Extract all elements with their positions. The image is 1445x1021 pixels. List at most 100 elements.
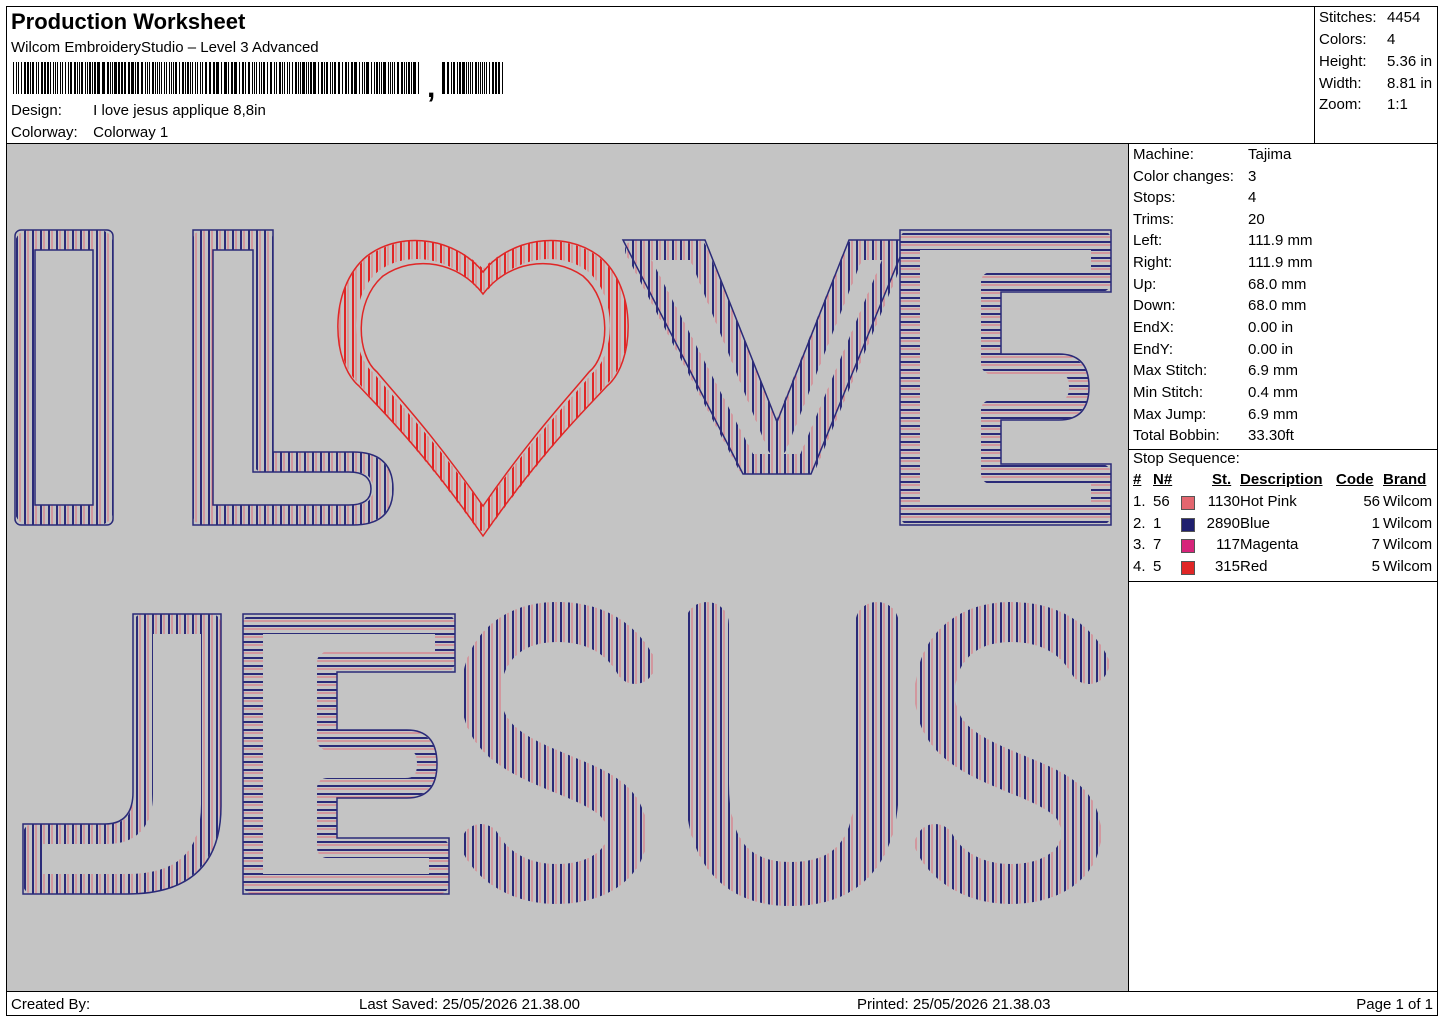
- info-value: 68.0 mm: [1248, 297, 1307, 314]
- info-machine: Machine: Tajima: [1133, 146, 1433, 163]
- stop-description: Magenta: [1240, 536, 1299, 553]
- stop-stitches: 2890: [1206, 515, 1240, 532]
- col-n: N#: [1153, 471, 1173, 488]
- stop-num: 1.: [1133, 493, 1146, 510]
- page-number: Page 1 of 1: [1356, 996, 1433, 1013]
- info-value: 0.4 mm: [1248, 384, 1299, 401]
- letter-i: [14, 229, 114, 526]
- info-value: 111.9 mm: [1248, 232, 1313, 249]
- info-min-stitch: Min Stitch: 0.4 mm: [1133, 384, 1433, 401]
- info-value: 6.9 mm: [1248, 362, 1299, 379]
- info-max-jump: Max Jump: 6.9 mm: [1133, 406, 1433, 423]
- stat-label: Stitches:: [1319, 9, 1377, 26]
- info-label: Trims:: [1133, 211, 1175, 228]
- design-stats: Stitches: 4454 Colors: 4 Height: 5.36 in Wi…: [1314, 7, 1439, 143]
- barcode-glyph: ,: [427, 71, 436, 104]
- letter-j: [22, 613, 222, 895]
- col-num: #: [1133, 471, 1142, 488]
- stop-sequence-title: Stop Sequence:: [1133, 450, 1240, 467]
- stat-value: 1:1: [1387, 96, 1408, 113]
- colorway-name: Colorway 1: [93, 124, 169, 141]
- design-preview: [7, 144, 1129, 991]
- design-name: I love jesus applique 8,8in: [93, 102, 266, 119]
- production-worksheet: Production Worksheet Wilcom EmbroiderySt…: [6, 6, 1438, 1016]
- info-label: Right:: [1133, 254, 1173, 271]
- design-row: Design: I love jesus applique 8,8in: [11, 102, 266, 119]
- footer-divider: [7, 991, 1437, 992]
- info-label: Down:: [1133, 297, 1176, 314]
- info-right: Right: 111.9 mm: [1133, 254, 1433, 271]
- stop-stitches: 1130: [1207, 493, 1240, 510]
- stat-stitches: Stitches: 4454: [1319, 9, 1437, 26]
- stop-row: 1. 56 1130 Hot Pink 56 Wilcom: [1129, 493, 1438, 514]
- stop-row: 2. 1 2890 Blue 1 Wilcom: [1129, 515, 1438, 536]
- stop-description: Blue: [1240, 515, 1271, 532]
- letter-e: [899, 229, 1112, 526]
- barcode: [13, 62, 503, 94]
- col-st: St.: [1212, 471, 1232, 488]
- info-value: 0.00 in: [1248, 341, 1294, 358]
- info-left: Left: 111.9 mm: [1133, 232, 1433, 249]
- info-label: Stops:: [1133, 189, 1176, 206]
- info-label: Machine:: [1133, 146, 1194, 163]
- stat-label: Width:: [1319, 75, 1362, 92]
- stop-code: 5: [1371, 558, 1380, 575]
- color-swatch: [1181, 496, 1195, 510]
- sequence-divider: [1129, 581, 1438, 582]
- stop-stitches: 315: [1214, 558, 1240, 575]
- stat-zoom: Zoom: 1:1: [1319, 96, 1437, 113]
- stop-needle: 7: [1153, 536, 1162, 553]
- last-saved: Last Saved: 25/05/2026 21.38.00: [359, 996, 581, 1013]
- letter-u: [685, 602, 899, 907]
- info-label: Left:: [1133, 232, 1163, 249]
- worksheet-footer: Created By: Last Saved: 25/05/2026 21.38…: [7, 993, 1437, 1016]
- info-value: 0.00 in: [1248, 319, 1294, 336]
- embroidery-design: [14, 229, 1112, 907]
- stop-stitches: 117: [1216, 536, 1240, 553]
- stop-needle: 1: [1153, 515, 1162, 532]
- info-color-changes: Color changes: 3: [1133, 168, 1433, 185]
- info-label: Up:: [1133, 276, 1157, 293]
- stop-sequence-header: # N# St. Description Code Brand: [1129, 471, 1438, 491]
- stat-label: Colors:: [1319, 31, 1367, 48]
- info-value: 68.0 mm: [1248, 276, 1307, 293]
- colorway-row: Colorway: Colorway 1: [11, 124, 168, 141]
- info-value: 4: [1248, 189, 1257, 206]
- software-name: Wilcom EmbroideryStudio – Level 3 Advanc…: [11, 39, 319, 56]
- stop-row: 3. 7 117 Magenta 7 Wilcom: [1129, 536, 1438, 557]
- stop-num: 2.: [1133, 515, 1146, 532]
- info-label: Max Stitch:: [1133, 362, 1208, 379]
- colorway-label: Colorway:: [11, 124, 78, 141]
- machine-info-panel: Machine: Tajima Color changes: 3 Stops: 4 T…: [1129, 144, 1438, 991]
- design-label: Design:: [11, 102, 62, 119]
- letter-e-2: [242, 613, 456, 895]
- info-label: Total Bobbin:: [1133, 427, 1220, 444]
- info-total-bobbin: Total Bobbin: 33.30ft: [1133, 427, 1433, 444]
- stop-description: Hot Pink: [1240, 493, 1297, 510]
- stop-brand: Wilcom: [1383, 558, 1433, 575]
- stat-label: Zoom:: [1319, 96, 1362, 113]
- color-swatch: [1181, 561, 1195, 575]
- color-swatch: [1181, 518, 1195, 532]
- stat-colors: Colors: 4: [1319, 31, 1437, 48]
- stop-num: 3.: [1133, 536, 1146, 553]
- col-code: Code: [1336, 471, 1374, 488]
- info-value: 20: [1248, 211, 1265, 228]
- stat-value: 5.36 in: [1387, 53, 1433, 70]
- stat-label: Height:: [1319, 53, 1367, 70]
- info-value: 33.30ft: [1248, 427, 1294, 444]
- stop-code: 56: [1363, 493, 1380, 510]
- info-value: 6.9 mm: [1248, 406, 1299, 423]
- stop-description: Red: [1240, 558, 1268, 575]
- letter-v: [621, 239, 909, 475]
- col-description: Description: [1240, 471, 1323, 488]
- info-label: Min Stitch:: [1133, 384, 1204, 401]
- info-label: Color changes:: [1133, 168, 1234, 185]
- stat-height: Height: 5.36 in: [1319, 53, 1437, 70]
- info-down: Down: 68.0 mm: [1133, 297, 1433, 314]
- letter-s-2: [914, 601, 1109, 905]
- stat-value: 4: [1387, 31, 1396, 48]
- info-label: EndY:: [1133, 341, 1174, 358]
- stat-value: 4454: [1387, 9, 1421, 26]
- info-label: Max Jump:: [1133, 406, 1207, 423]
